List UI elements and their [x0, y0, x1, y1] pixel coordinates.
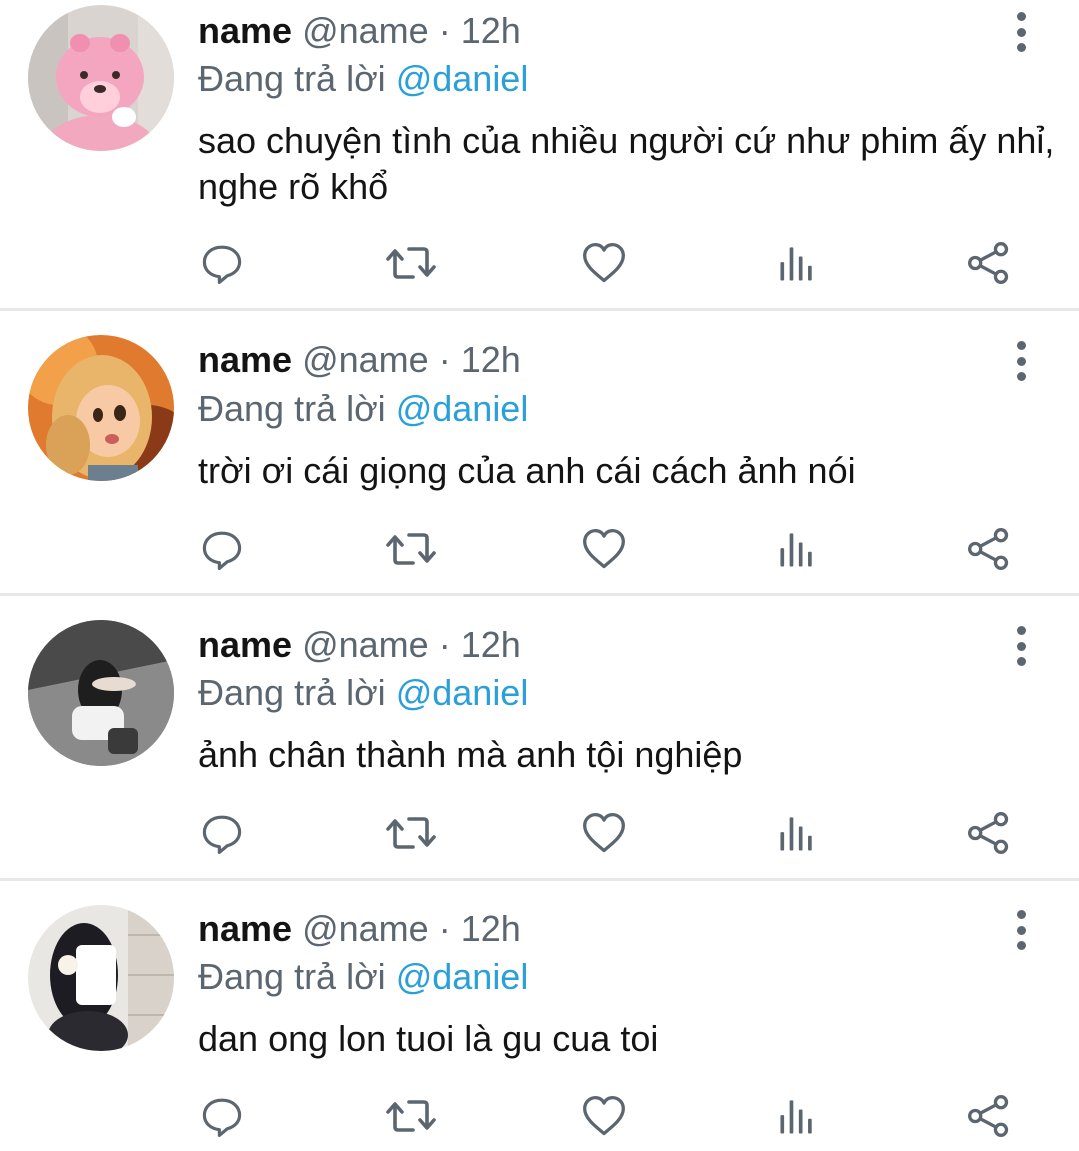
- replying-to: Đang trả lời @daniel: [198, 671, 528, 715]
- share-button[interactable]: [964, 238, 1014, 288]
- share-icon: [966, 240, 1012, 286]
- tweet-header: name @name · 12h: [198, 9, 521, 53]
- like-button[interactable]: [579, 238, 629, 288]
- user-handle[interactable]: @name: [302, 624, 429, 665]
- reply-button[interactable]: [197, 1091, 247, 1141]
- separator-dot: ·: [438, 339, 451, 380]
- share-button[interactable]: [964, 524, 1014, 574]
- reply-button[interactable]: [197, 808, 247, 858]
- retweet-icon: [386, 1091, 436, 1141]
- reply-button[interactable]: [197, 524, 247, 574]
- replying-to: Đang trả lời @daniel: [198, 387, 528, 431]
- retweet-icon: [386, 524, 436, 574]
- tweet-text: ảnh chân thành mà anh tội nghiệp: [198, 734, 743, 775]
- replying-to-label: Đang trả lời: [198, 672, 386, 713]
- share-icon: [966, 526, 1012, 572]
- timestamp[interactable]: 12h: [461, 10, 521, 51]
- views-button[interactable]: [772, 1091, 822, 1141]
- action-bar: [0, 238, 1079, 288]
- reply-icon: [200, 241, 244, 285]
- tweet-header: name @name · 12h: [198, 338, 521, 382]
- tweet-text: trời ơi cái giọng của anh cái cách ảnh n…: [198, 450, 856, 491]
- share-icon: [966, 1093, 1012, 1139]
- replying-to-label: Đang trả lời: [198, 956, 386, 997]
- retweet-icon: [386, 238, 436, 288]
- mention-link[interactable]: @daniel: [396, 956, 529, 997]
- more-vertical-icon[interactable]: [1008, 341, 1034, 381]
- like-button[interactable]: [579, 1091, 629, 1141]
- heart-icon: [581, 1093, 627, 1139]
- avatar[interactable]: [28, 620, 174, 766]
- reply-icon: [200, 527, 244, 571]
- separator-dot: ·: [438, 10, 451, 51]
- more-vertical-icon[interactable]: [1008, 626, 1034, 666]
- like-button[interactable]: [579, 524, 629, 574]
- replying-to-label: Đang trả lời: [198, 388, 386, 429]
- timestamp[interactable]: 12h: [461, 339, 521, 380]
- tweet[interactable]: name @name · 12h Đang trả lời @daniel tr…: [0, 311, 1079, 596]
- share-button[interactable]: [964, 1091, 1014, 1141]
- tweet[interactable]: name @name · 12h Đang trả lời @daniel da…: [0, 881, 1079, 1151]
- reply-icon: [200, 811, 244, 855]
- views-button[interactable]: [772, 524, 822, 574]
- replying-to: Đang trả lời @daniel: [198, 955, 528, 999]
- heart-icon: [581, 240, 627, 286]
- more-vertical-icon[interactable]: [1008, 12, 1034, 52]
- reply-icon: [200, 1094, 244, 1138]
- mention-link[interactable]: @daniel: [396, 388, 529, 429]
- separator-dot: ·: [438, 908, 451, 949]
- views-button[interactable]: [772, 238, 822, 288]
- action-bar: [0, 808, 1079, 858]
- mention-link[interactable]: @daniel: [396, 58, 529, 99]
- tweet-header: name @name · 12h: [198, 623, 521, 667]
- display-name[interactable]: name: [198, 10, 292, 51]
- retweet-icon: [386, 808, 436, 858]
- avatar[interactable]: [28, 335, 174, 481]
- views-icon: [774, 1093, 820, 1139]
- mention-link[interactable]: @daniel: [396, 672, 529, 713]
- reply-button[interactable]: [197, 238, 247, 288]
- reply-feed: name @name · 12h Đang trả lời @daniel sa…: [0, 0, 1079, 1151]
- replying-to-label: Đang trả lời: [198, 58, 386, 99]
- user-handle[interactable]: @name: [302, 339, 429, 380]
- tweet[interactable]: name @name · 12h Đang trả lời @daniel ản…: [0, 596, 1079, 881]
- retweet-button[interactable]: [386, 808, 436, 858]
- views-button[interactable]: [772, 808, 822, 858]
- replying-to: Đang trả lời @daniel: [198, 57, 528, 101]
- heart-icon: [581, 810, 627, 856]
- timestamp[interactable]: 12h: [461, 624, 521, 665]
- retweet-button[interactable]: [386, 1091, 436, 1141]
- more-vertical-icon[interactable]: [1008, 910, 1034, 950]
- retweet-button[interactable]: [386, 524, 436, 574]
- like-button[interactable]: [579, 808, 629, 858]
- heart-icon: [581, 526, 627, 572]
- share-button[interactable]: [964, 808, 1014, 858]
- share-icon: [966, 810, 1012, 856]
- tweet-header: name @name · 12h: [198, 907, 521, 951]
- display-name[interactable]: name: [198, 908, 292, 949]
- user-handle[interactable]: @name: [302, 10, 429, 51]
- tweet-text: dan ong lon tuoi là gu cua toi: [198, 1018, 659, 1059]
- separator-dot: ·: [438, 624, 451, 665]
- tweet[interactable]: name @name · 12h Đang trả lời @daniel sa…: [0, 0, 1079, 311]
- avatar[interactable]: [28, 5, 174, 151]
- action-bar: [0, 524, 1079, 574]
- user-handle[interactable]: @name: [302, 908, 429, 949]
- avatar[interactable]: [28, 905, 174, 1051]
- views-icon: [774, 810, 820, 856]
- display-name[interactable]: name: [198, 339, 292, 380]
- views-icon: [774, 526, 820, 572]
- tweet-text: sao chuyện tình của nhiều người cứ như p…: [198, 120, 1055, 207]
- display-name[interactable]: name: [198, 624, 292, 665]
- action-bar: [0, 1091, 1079, 1141]
- views-icon: [774, 240, 820, 286]
- retweet-button[interactable]: [386, 238, 436, 288]
- timestamp[interactable]: 12h: [461, 908, 521, 949]
